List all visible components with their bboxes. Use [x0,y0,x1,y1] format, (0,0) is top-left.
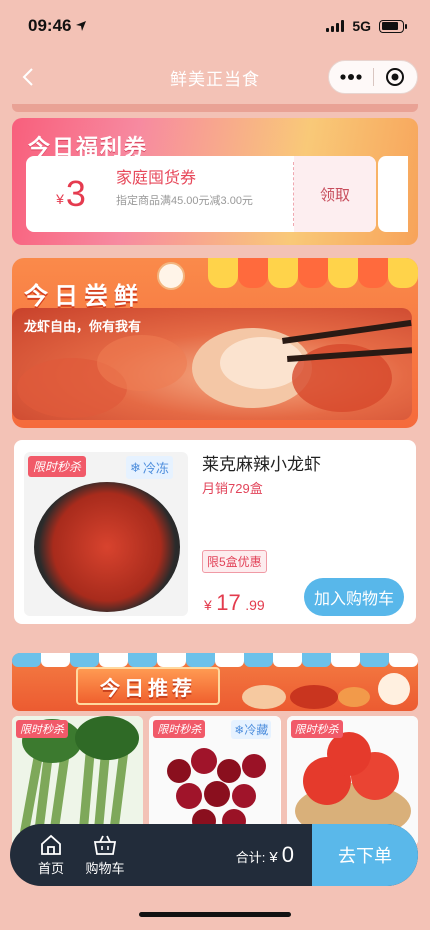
back-button[interactable] [16,64,40,90]
taste-today-section: 今日尝鲜 龙虾自由，你有我有 [12,258,418,428]
add-to-cart-button[interactable]: 加入购物车 [304,578,404,616]
frozen-label: 冷冻 [142,461,169,476]
taste-title: 今日尝鲜 [24,283,144,310]
coupon-name: 家庭囤货券 [116,170,197,187]
total-value: 0 [281,842,294,867]
product-name: 莱克麻辣小龙虾 [202,455,321,474]
coupon-amount: ¥ 3 [26,156,116,232]
checkout-button[interactable]: 去下单 [312,824,418,886]
chick-mascot-icon [157,262,185,290]
recommend-section: 今日推荐 [12,653,418,711]
flash-sale-badge: 限时秒杀 [16,720,68,738]
limit-offer-badge: 限5盒优惠 [202,550,267,573]
nav-bar: 鲜美正当食 [0,52,430,102]
lobster-banner-image[interactable]: 龙虾自由，你有我有 [12,308,412,420]
clock: 09:46 [28,16,72,35]
home-indicator [139,912,291,917]
chevron-left-icon [22,68,33,86]
product-sales: 月销729盒 [202,481,263,496]
mini-program-capsule [328,60,418,94]
basket-icon [93,835,117,855]
close-mini-program-button[interactable] [374,61,418,93]
coupon-info: 家庭囤货券 指定商品满45.00元减3.00元 [116,156,293,232]
tab-cart[interactable]: 购物车 [78,834,132,877]
claim-coupon-button[interactable]: 领取 [294,156,376,232]
flash-sale-badge: 限时秒杀 [28,456,87,477]
coupon-section: 今日福利券 ¥ 3 家庭囤货券 指定商品满45.00元减3.00元 领取 [12,118,418,245]
signal-icon [326,20,345,32]
product-image[interactable]: 限时秒杀 ❄ 冷冻 [24,452,188,616]
status-bar: 09:46 5G [0,0,430,52]
bottom-cart-bar: 首页 购物车 合计: ¥ 0 去下单 [10,824,418,886]
product-card[interactable]: 限时秒杀 ❄ 冷冻 莱克麻辣小龙虾 月销729盒 限5盒优惠 ¥ 17 .99 … [14,440,416,624]
coupon-value: 3 [65,173,86,214]
network-label: 5G [352,18,371,34]
page-title: 鲜美正当食 [170,69,260,89]
recommend-title: 今日推荐 [100,677,196,700]
flash-sale-badge: 限时秒杀 [290,720,343,738]
recommend-banner: 今日推荐 [76,667,220,705]
price-integer: 17 [216,590,241,615]
total-currency: ¥ [269,849,278,866]
next-coupon-card[interactable] [378,156,408,232]
awning-decoration [208,258,418,288]
status-time: 09:46 [28,16,87,36]
price-decimal: .99 [245,597,265,613]
chopsticks-lobster-illustration [17,319,412,418]
coupon-card: ¥ 3 家庭囤货券 指定商品满45.00元减3.00元 领取 [26,156,376,232]
crayfish-plate-image [34,482,180,612]
tab-home[interactable]: 首页 [24,834,78,877]
coupon-condition: 指定商品满45.00元减3.00元 [116,195,253,207]
banner-edge [12,104,418,112]
more-dots-icon [340,74,362,80]
food-mascot-illustration [242,673,410,709]
flash-sale-badge: 限时秒杀 [153,720,206,738]
cart-total: 合计: ¥ 0 [236,842,294,868]
tab-home-label: 首页 [37,860,64,876]
location-arrow-icon [76,21,87,31]
price-currency: ¥ [204,597,212,613]
home-icon [41,834,61,855]
coupon-currency: ¥ [56,191,64,207]
frozen-badge: ❄ 冷冻 [126,456,173,479]
awning-decoration [12,653,418,667]
snowflake-icon: ❄ [234,723,245,737]
battery-icon [379,19,407,33]
more-button[interactable] [329,61,373,93]
chilled-label: 冷藏 [244,723,269,737]
chilled-badge: ❄冷藏 [231,720,272,739]
total-label: 合计: [235,850,266,865]
product-price: ¥ 17 .99 [204,590,265,616]
tab-cart-label: 购物车 [85,860,125,876]
status-icons: 5G [326,18,407,34]
target-circle-icon [386,68,405,86]
snowflake-icon: ❄ [130,459,141,475]
